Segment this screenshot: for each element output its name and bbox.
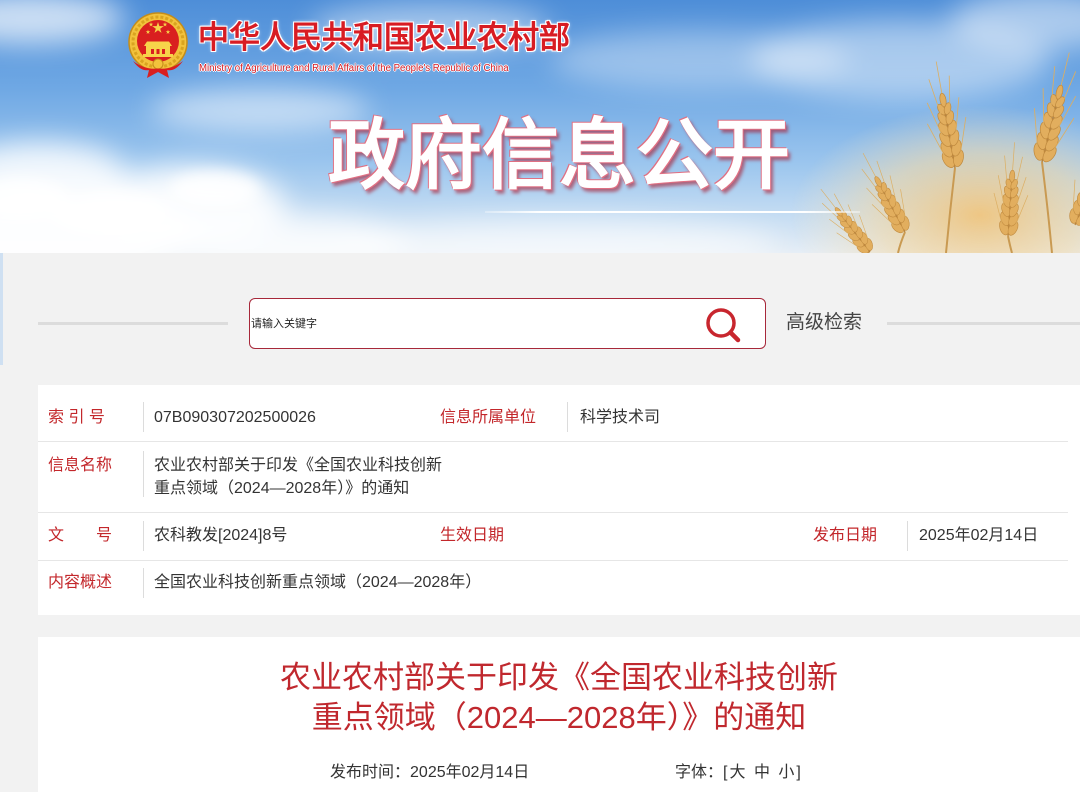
font-size-switcher: 字体：[大 中 小]	[675, 763, 801, 783]
summary-value: 全国农业科技创新重点领域（2024—2028年）	[154, 574, 482, 591]
doc-number-label: 文 号	[48, 527, 113, 544]
index-value: 07B090307202500026	[154, 409, 316, 426]
doc-name-line: 重点领域（2024—2028年）》的通知	[154, 480, 410, 497]
publish-time: 发布时间：2025年02月14日	[330, 763, 529, 783]
cell-divider	[567, 402, 568, 432]
cell-divider	[143, 402, 144, 432]
doc-name-value: 农业农村部关于印发《全国农业科技创新 重点领域（2024—2028年）》的通知	[154, 454, 442, 500]
left-edge-strip	[0, 253, 3, 365]
font-size-label: 字体：	[675, 764, 724, 781]
banner-underline	[485, 211, 860, 213]
publish-time-label: 发布时间：	[330, 764, 411, 781]
site-title[interactable]: 中华人民共和国农业农村部	[198, 20, 570, 56]
national-emblem-icon	[128, 12, 188, 78]
cell-divider	[907, 521, 908, 551]
row-separator	[38, 560, 1068, 561]
cell-divider	[143, 451, 144, 497]
row-separator	[38, 512, 1068, 513]
cell-divider	[143, 521, 144, 551]
summary-label: 内容概述	[48, 574, 113, 591]
doc-name-line: 农业农村部关于印发《全国农业科技创新	[154, 457, 443, 474]
search-left-divider	[38, 322, 228, 325]
article-title: 农业农村部关于印发《全国农业科技创新 重点领域（2024—2028年）》的通知	[38, 658, 1080, 738]
header-banner: 中华人民共和国农业农村部 Ministry of Agriculture and…	[0, 0, 1080, 253]
site-subtitle-en: Ministry of Agriculture and Rural Affair…	[199, 63, 509, 74]
article-panel: 农业农村部关于印发《全国农业科技创新 重点领域（2024—2028年）》的通知 …	[38, 637, 1080, 792]
unit-label: 信息所属单位	[440, 409, 537, 426]
search-button[interactable]	[702, 306, 742, 344]
font-size-bracket-close: ]	[796, 764, 801, 781]
page: 中华人民共和国农业农村部 Ministry of Agriculture and…	[0, 0, 1080, 792]
document-info-table: 索 引 号 07B090307202500026 信息所属单位 科学技术司 信息…	[38, 385, 1080, 615]
article-title-line: 重点领域（2024—2028年）》的通知	[311, 700, 807, 735]
doc-number-value: 农科教发[2024]8号	[154, 527, 288, 544]
publish-time-value: 2025年02月14日	[410, 764, 530, 781]
doc-name-label: 信息名称	[48, 457, 113, 474]
unit-value: 科学技术司	[580, 409, 661, 426]
font-size-large[interactable]: 大	[729, 764, 745, 781]
publish-date-label: 发布日期	[813, 527, 878, 544]
publish-date-value: 2025年02月14日	[919, 527, 1039, 544]
cell-divider	[143, 568, 144, 598]
font-size-medium[interactable]: 中	[754, 764, 770, 781]
row-separator	[38, 441, 1068, 442]
search-right-divider	[887, 322, 1080, 325]
banner-title: 政府信息公开	[328, 113, 790, 199]
index-label: 索 引 号	[48, 409, 105, 426]
font-size-bracket-open: [	[723, 764, 728, 781]
search-box	[249, 298, 766, 349]
effective-date-label: 生效日期	[440, 527, 505, 544]
search-icon	[706, 308, 741, 343]
advanced-search-link[interactable]: 高级检索	[786, 311, 862, 335]
font-size-small[interactable]: 小	[778, 764, 794, 781]
article-title-line: 农业农村部关于印发《全国农业科技创新	[280, 660, 838, 695]
search-input[interactable]	[251, 299, 691, 348]
